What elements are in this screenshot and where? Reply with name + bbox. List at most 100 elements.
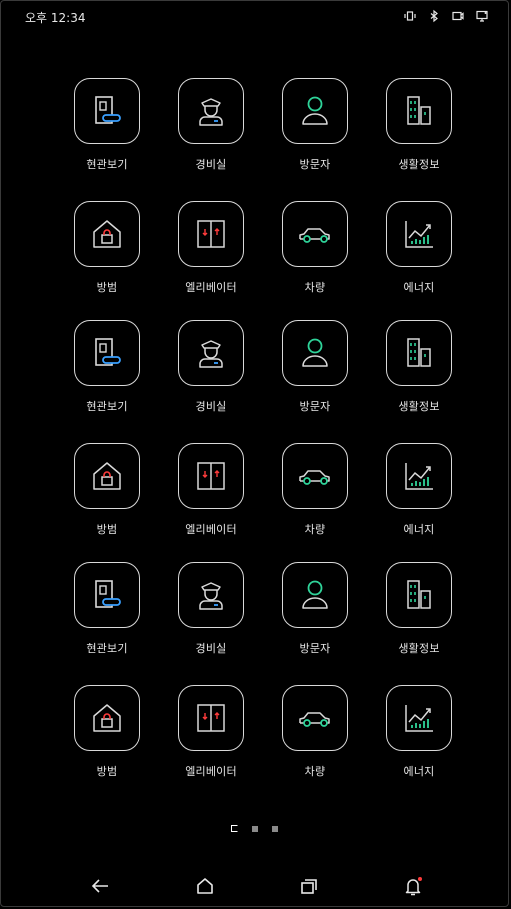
- app-icon-button[interactable]: [178, 685, 244, 751]
- door-viewer-icon: [87, 91, 127, 131]
- notification-button[interactable]: [401, 874, 425, 898]
- app-label: 현관보기: [86, 158, 128, 171]
- app-label: 생활정보: [398, 400, 440, 413]
- app-label: 방범: [96, 281, 118, 294]
- cast-icon: [451, 9, 465, 23]
- app-icon-button[interactable]: [178, 320, 244, 386]
- app-tile[interactable]: 방범: [55, 443, 159, 563]
- app-icon-button[interactable]: [178, 78, 244, 144]
- app-label: 생활정보: [398, 642, 440, 655]
- app-icon-button[interactable]: [178, 562, 244, 628]
- app-label: 현관보기: [86, 400, 128, 413]
- app-tile[interactable]: 엘리베이터: [159, 443, 263, 563]
- app-tile[interactable]: 방문자: [263, 320, 367, 440]
- car-icon: [295, 214, 335, 254]
- app-icon-button[interactable]: [282, 685, 348, 751]
- elevator-icon: [191, 214, 231, 254]
- app-tile[interactable]: 엘리베이터: [159, 685, 263, 805]
- page-dot[interactable]: [252, 825, 258, 832]
- app-tile[interactable]: 생활정보: [367, 320, 471, 440]
- status-icons: [403, 9, 489, 23]
- app-label: 차량: [304, 523, 326, 536]
- app-icon-button[interactable]: [282, 201, 348, 267]
- app-label: 엘리베이터: [185, 523, 237, 536]
- app-tile[interactable]: 현관보기: [55, 320, 159, 440]
- app-icon-button[interactable]: [386, 562, 452, 628]
- app-label: 방범: [96, 765, 118, 778]
- app-tile[interactable]: 현관보기: [55, 562, 159, 682]
- door-viewer-icon: [87, 333, 127, 373]
- app-tile[interactable]: 경비실: [159, 320, 263, 440]
- app-icon-button[interactable]: [74, 78, 140, 144]
- app-icon-button[interactable]: [386, 320, 452, 386]
- app-icon-button[interactable]: [74, 201, 140, 267]
- app-label: 경비실: [195, 400, 227, 413]
- app-icon-button[interactable]: [178, 201, 244, 267]
- house-lock-icon: [87, 456, 127, 496]
- app-label: 생활정보: [398, 158, 440, 171]
- app-label: 엘리베이터: [185, 281, 237, 294]
- app-label: 방문자: [299, 642, 331, 655]
- app-icon-button[interactable]: [282, 320, 348, 386]
- security-guard-icon: [191, 91, 231, 131]
- navigation-bar: [0, 870, 511, 902]
- app-icon-button[interactable]: [178, 443, 244, 509]
- visitor-icon: [295, 575, 335, 615]
- app-tile[interactable]: 방문자: [263, 78, 367, 198]
- energy-chart-icon: [399, 214, 439, 254]
- app-icon-button[interactable]: [74, 685, 140, 751]
- elevator-icon: [191, 456, 231, 496]
- app-tile[interactable]: 차량: [263, 443, 367, 563]
- status-bar: 오후 12:34: [0, 0, 511, 32]
- app-icon-button[interactable]: [282, 78, 348, 144]
- app-tile[interactable]: 에너지: [367, 443, 471, 563]
- page-dot-active[interactable]: [231, 825, 238, 832]
- app-tile[interactable]: 생활정보: [367, 562, 471, 682]
- app-tile[interactable]: 차량: [263, 685, 367, 805]
- energy-chart-icon: [399, 456, 439, 496]
- app-label: 방문자: [299, 400, 331, 413]
- app-icon-button[interactable]: [74, 562, 140, 628]
- recents-button[interactable]: [297, 874, 321, 898]
- app-icon-button[interactable]: [386, 443, 452, 509]
- app-tile[interactable]: 에너지: [367, 201, 471, 321]
- app-icon-button[interactable]: [74, 443, 140, 509]
- app-label: 엘리베이터: [185, 765, 237, 778]
- app-tile[interactable]: 차량: [263, 201, 367, 321]
- app-tile[interactable]: 방범: [55, 201, 159, 321]
- page-dot[interactable]: [272, 825, 278, 832]
- buildings-icon: [399, 91, 439, 131]
- visitor-icon: [295, 91, 335, 131]
- app-label: 차량: [304, 765, 326, 778]
- house-lock-icon: [87, 214, 127, 254]
- app-label: 경비실: [195, 642, 227, 655]
- security-guard-icon: [191, 575, 231, 615]
- app-tile[interactable]: 방문자: [263, 562, 367, 682]
- app-icon-button[interactable]: [386, 201, 452, 267]
- energy-chart-icon: [399, 698, 439, 738]
- app-icon-button[interactable]: [386, 78, 452, 144]
- app-tile[interactable]: 현관보기: [55, 78, 159, 198]
- elevator-icon: [191, 698, 231, 738]
- back-icon: [88, 874, 112, 898]
- app-label: 에너지: [403, 281, 435, 294]
- app-tile[interactable]: 엘리베이터: [159, 201, 263, 321]
- app-tile[interactable]: 방범: [55, 685, 159, 805]
- app-tile[interactable]: 경비실: [159, 78, 263, 198]
- app-label: 현관보기: [86, 642, 128, 655]
- app-label: 차량: [304, 281, 326, 294]
- app-icon-button[interactable]: [282, 562, 348, 628]
- app-tile[interactable]: 생활정보: [367, 78, 471, 198]
- app-label: 에너지: [403, 523, 435, 536]
- app-label: 방문자: [299, 158, 331, 171]
- house-lock-icon: [87, 698, 127, 738]
- app-icon-button[interactable]: [282, 443, 348, 509]
- back-button[interactable]: [88, 874, 112, 898]
- home-icon: [193, 874, 217, 898]
- app-tile[interactable]: 경비실: [159, 562, 263, 682]
- app-icon-button[interactable]: [386, 685, 452, 751]
- app-icon-button[interactable]: [74, 320, 140, 386]
- status-time: 오후 12:34: [25, 11, 86, 25]
- app-tile[interactable]: 에너지: [367, 685, 471, 805]
- home-button[interactable]: [193, 874, 217, 898]
